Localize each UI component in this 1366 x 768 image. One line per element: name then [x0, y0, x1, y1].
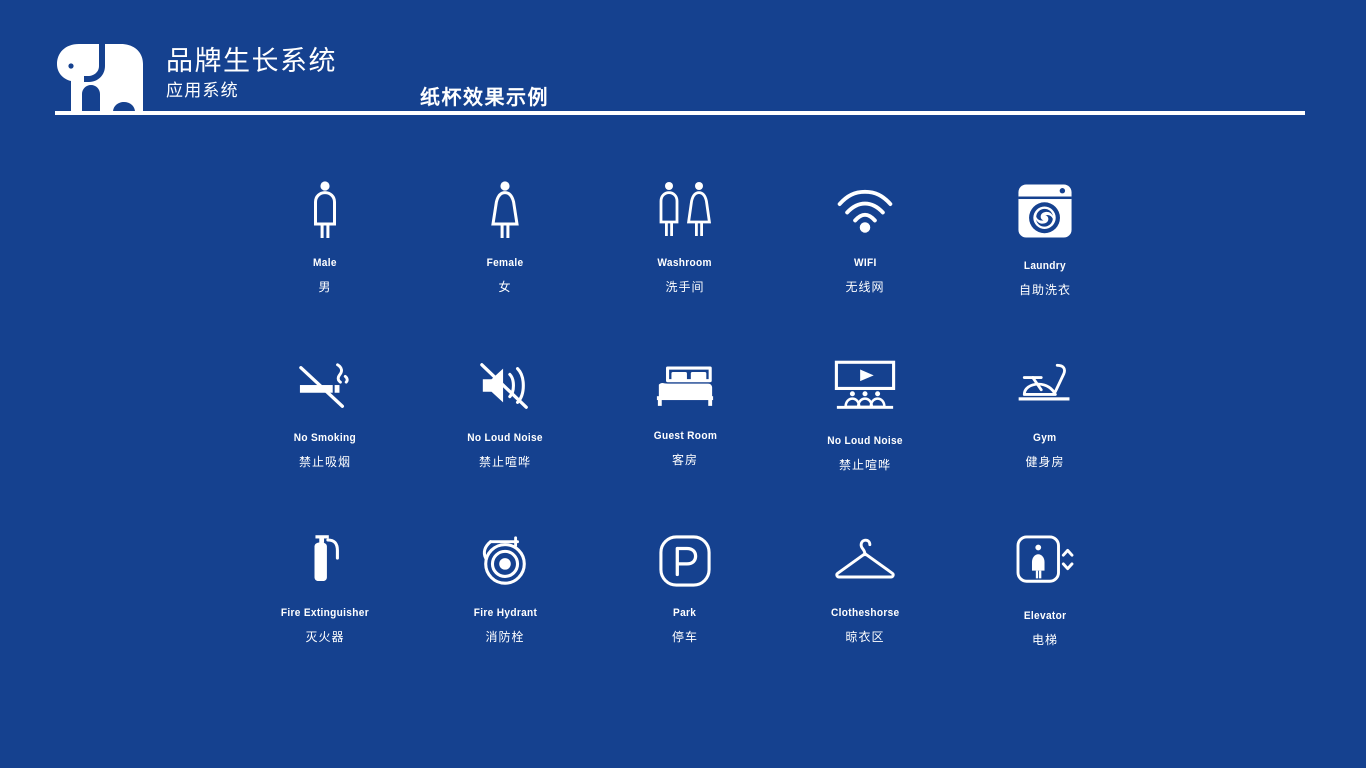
- hose-reel-icon: [466, 525, 544, 597]
- icon-label-zh: 灭火器: [305, 630, 345, 644]
- header-divider: [55, 111, 1305, 115]
- icon-label-en: Male: [313, 257, 337, 269]
- icon-label-zh: 洗手间: [665, 280, 705, 294]
- exercise-bike-icon: [1006, 350, 1084, 422]
- icon-cell-clotheshorse[interactable]: Clotheshorse 晾衣区: [775, 525, 955, 700]
- icon-label-zh: 自助洗衣: [1018, 283, 1071, 297]
- icon-label-zh: 男: [318, 280, 332, 294]
- icon-label-en: Park: [673, 607, 697, 619]
- icon-label-en: Female: [486, 257, 524, 269]
- cinema-screen-icon: [826, 350, 904, 422]
- header-title-block: 品牌生长系统 应用系统: [166, 45, 337, 103]
- icon-cell-fire-extinguisher[interactable]: Fire Extinguisher 灭火器: [235, 525, 415, 700]
- icon-cell-no-loud-noise-cinema[interactable]: No Loud Noise 禁止喧哗: [775, 350, 955, 525]
- page-title: 品牌生长系统: [166, 46, 337, 76]
- icon-cell-no-smoking[interactable]: No Smoking 禁止吸烟: [235, 350, 415, 525]
- icon-cell-no-loud-noise-speaker[interactable]: No Loud Noise 禁止喧哗: [415, 350, 595, 525]
- icon-label-en: Fire Extinguisher: [280, 607, 370, 619]
- icon-label-zh: 禁止喧哗: [478, 455, 531, 469]
- page-header: 品牌生长系统 应用系统 纸杯效果示例: [0, 0, 1366, 125]
- icon-cell-laundry[interactable]: Laundry 自助洗衣: [955, 175, 1135, 350]
- elephant-logo-icon: [55, 42, 145, 114]
- bed-icon: [646, 350, 724, 422]
- icon-label-zh: 电梯: [1031, 633, 1058, 647]
- icon-cell-elevator[interactable]: Elevator 电梯: [955, 525, 1135, 700]
- fire-extinguisher-icon: [286, 525, 364, 597]
- section-caption: 纸杯效果示例: [420, 87, 549, 109]
- icon-label-en: Clotheshorse: [830, 607, 900, 619]
- icon-label-en: Guest Room: [653, 430, 717, 442]
- icon-cell-park[interactable]: Park 停车: [595, 525, 775, 700]
- icon-label-en: No Smoking: [293, 432, 357, 444]
- icon-label-en: Washroom: [657, 257, 713, 269]
- wifi-icon: [826, 175, 904, 247]
- icon-label-zh: 晾衣区: [845, 630, 885, 644]
- page-subtitle: 应用系统: [166, 81, 239, 100]
- icon-label-zh: 停车: [671, 630, 698, 644]
- icon-grid-row: Fire Extinguisher 灭火器 Fire Hydrant 消防栓 P…: [235, 525, 1135, 700]
- male-figure-icon: [286, 175, 364, 247]
- icon-label-en: No Loud Noise: [827, 435, 903, 447]
- mute-speaker-icon: [466, 350, 544, 422]
- icon-cell-female[interactable]: Female 女: [415, 175, 595, 350]
- icon-label-zh: 健身房: [1025, 455, 1065, 469]
- parking-p-icon: [646, 525, 724, 597]
- icon-label-zh: 禁止吸烟: [298, 455, 351, 469]
- no-smoking-icon: [286, 350, 364, 422]
- icon-label-en: Elevator: [1023, 610, 1067, 622]
- icon-label-en: Gym: [1033, 432, 1057, 444]
- icon-cell-fire-hydrant[interactable]: Fire Hydrant 消防栓: [415, 525, 595, 700]
- icon-label-zh: 客房: [671, 453, 698, 467]
- icon-cell-guest-room[interactable]: Guest Room 客房: [595, 350, 775, 525]
- icon-cell-washroom[interactable]: Washroom 洗手间: [595, 175, 775, 350]
- icon-label-zh: 禁止喧哗: [838, 458, 891, 472]
- clothes-hanger-icon: [826, 525, 904, 597]
- icon-label-en: WIFI: [853, 257, 877, 269]
- icon-label-en: Fire Hydrant: [473, 607, 537, 619]
- icon-grid: Male 男 Female 女 Washroom 洗手间 WIFI 无线网 La…: [235, 175, 1135, 700]
- icon-label-zh: 无线网: [845, 280, 885, 294]
- icon-label-zh: 消防栓: [485, 630, 525, 644]
- icon-grid-row: Male 男 Female 女 Washroom 洗手间 WIFI 无线网 La…: [235, 175, 1135, 350]
- icon-label-zh: 女: [498, 280, 512, 294]
- icon-cell-gym[interactable]: Gym 健身房: [955, 350, 1135, 525]
- icon-grid-row: No Smoking 禁止吸烟 No Loud Noise 禁止喧哗 Guest…: [235, 350, 1135, 525]
- icon-cell-wifi[interactable]: WIFI 无线网: [775, 175, 955, 350]
- washing-machine-icon: [1006, 175, 1084, 247]
- female-figure-icon: [466, 175, 544, 247]
- washroom-icon: [646, 175, 724, 247]
- elevator-icon: [1006, 525, 1084, 597]
- icon-cell-male[interactable]: Male 男: [235, 175, 415, 350]
- icon-label-en: Laundry: [1023, 260, 1067, 272]
- icon-label-en: No Loud Noise: [467, 432, 543, 444]
